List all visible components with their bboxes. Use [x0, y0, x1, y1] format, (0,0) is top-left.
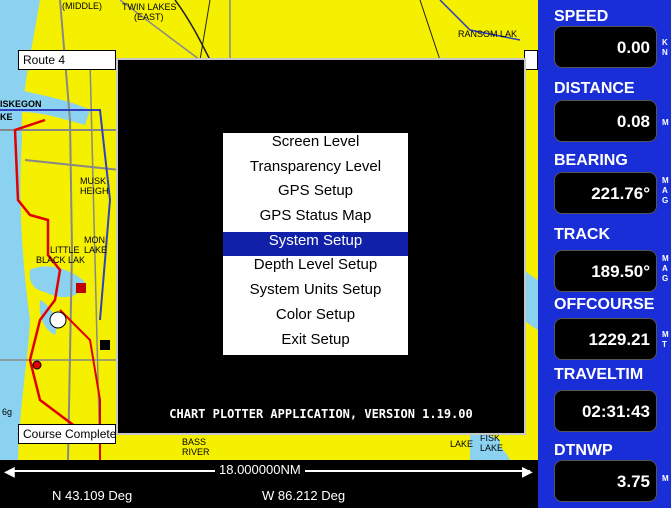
latitude: N 43.109 Deg	[52, 488, 133, 503]
version-text: CHART PLOTTER APPLICATION, VERSION 1.19.…	[169, 407, 473, 421]
speed-label: SPEED	[554, 8, 609, 25]
dtnwp-value: 3.75	[616, 472, 650, 491]
map-label-ke: KE	[0, 112, 13, 122]
track-box: 189.50°	[554, 250, 657, 292]
scale-label: 18.000000NM	[215, 462, 305, 477]
setup-menu: Screen Level Transparency Level GPS Setu…	[223, 133, 408, 356]
map-label-river: RIVER	[182, 447, 210, 457]
distance-unit: M	[662, 118, 669, 127]
offcourse-box: 1229.21	[554, 318, 657, 360]
bearing-label: BEARING	[554, 152, 628, 169]
map-label-fisk: FISK	[480, 433, 501, 443]
bearing-value: 221.76°	[591, 184, 650, 203]
map-label-musk: MUSK	[80, 176, 107, 186]
arrow-left-icon: ◀	[4, 463, 15, 479]
speed-value: 0.00	[616, 38, 650, 57]
offcourse-unit: M T	[662, 330, 669, 349]
map-label-lake: LAKE	[84, 245, 108, 255]
scale-bar: ◀ ▶ 18.000000NM	[0, 460, 538, 482]
map-label-muskegon: ISKEGON	[0, 99, 42, 109]
dtnwp-unit: M	[662, 474, 669, 483]
menu-item-gps-status-map[interactable]: GPS Status Map	[223, 207, 408, 232]
map-label-ransom-lake: RANSOM LAK	[458, 29, 518, 39]
menu-item-system-setup[interactable]: System Setup	[223, 231, 408, 257]
route-label-box[interactable]: Route 4	[18, 50, 116, 70]
traveltime-value: 02:31:43	[581, 402, 650, 421]
map-label-middle: (MIDDLE)	[62, 1, 102, 11]
longitude: W 86.212 Deg	[262, 488, 346, 503]
offcourse-label: OFFCOURSE	[554, 296, 655, 313]
map-info-box	[524, 50, 538, 70]
menu-item-system-units-setup[interactable]: System Units Setup	[223, 281, 408, 306]
menu-item-exit-setup[interactable]: Exit Setup	[223, 331, 408, 356]
map-label-depth: 6g	[2, 407, 13, 417]
map-label-heigh: HEIGH	[80, 186, 109, 196]
speed-box: 0.00	[554, 26, 657, 68]
track-unit: M A G	[662, 254, 669, 283]
menu-item-screen-level[interactable]: Screen Level	[223, 133, 408, 158]
traveltime-label: TRAVELTIM	[554, 366, 644, 383]
map-label-little: LITTLE	[50, 245, 80, 255]
distance-label: DISTANCE	[554, 80, 635, 97]
course-status-box: Course Complete	[18, 424, 116, 444]
map-label-east: (EAST)	[134, 12, 164, 22]
bearing-unit: M A G	[662, 176, 669, 205]
map-label-mon: MON	[84, 235, 105, 245]
track-value: 189.50°	[591, 262, 650, 281]
dtnwp-label: DTNWP	[554, 442, 613, 459]
speed-unit: K N	[662, 38, 668, 57]
distance-box: 0.08	[554, 100, 657, 142]
nav-data-panel: SPEED 0.00 K N DISTANCE 0.08 M BEARING 2…	[538, 0, 671, 508]
track-label: TRACK	[554, 226, 610, 243]
map-label-black-lake: BLACK LAK	[36, 255, 86, 265]
coordinates-bar: N 43.109 Deg W 86.212 Deg	[0, 482, 538, 508]
arrow-right-icon: ▶	[522, 463, 533, 479]
menu-item-gps-setup[interactable]: GPS Setup	[223, 182, 408, 207]
map-label-twin-lakes: TWIN LAKES	[122, 2, 177, 12]
map-label-bass: BASS	[182, 437, 207, 447]
distance-value: 0.08	[616, 112, 650, 131]
menu-item-depth-level-setup[interactable]: Depth Level Setup	[223, 256, 408, 281]
dtnwp-box: 3.75	[554, 460, 657, 502]
map-label-fisk-lake: LAKE	[480, 443, 504, 453]
offcourse-value: 1229.21	[588, 330, 650, 349]
bearing-box: 221.76°	[554, 172, 657, 214]
setup-dialog: Screen Level Transparency Level GPS Setu…	[116, 58, 526, 435]
menu-item-transparency-level[interactable]: Transparency Level	[223, 158, 408, 183]
traveltime-box: 02:31:43	[554, 390, 657, 432]
map-label-lake2: LAKE	[450, 439, 474, 449]
menu-item-color-setup[interactable]: Color Setup	[223, 306, 408, 331]
